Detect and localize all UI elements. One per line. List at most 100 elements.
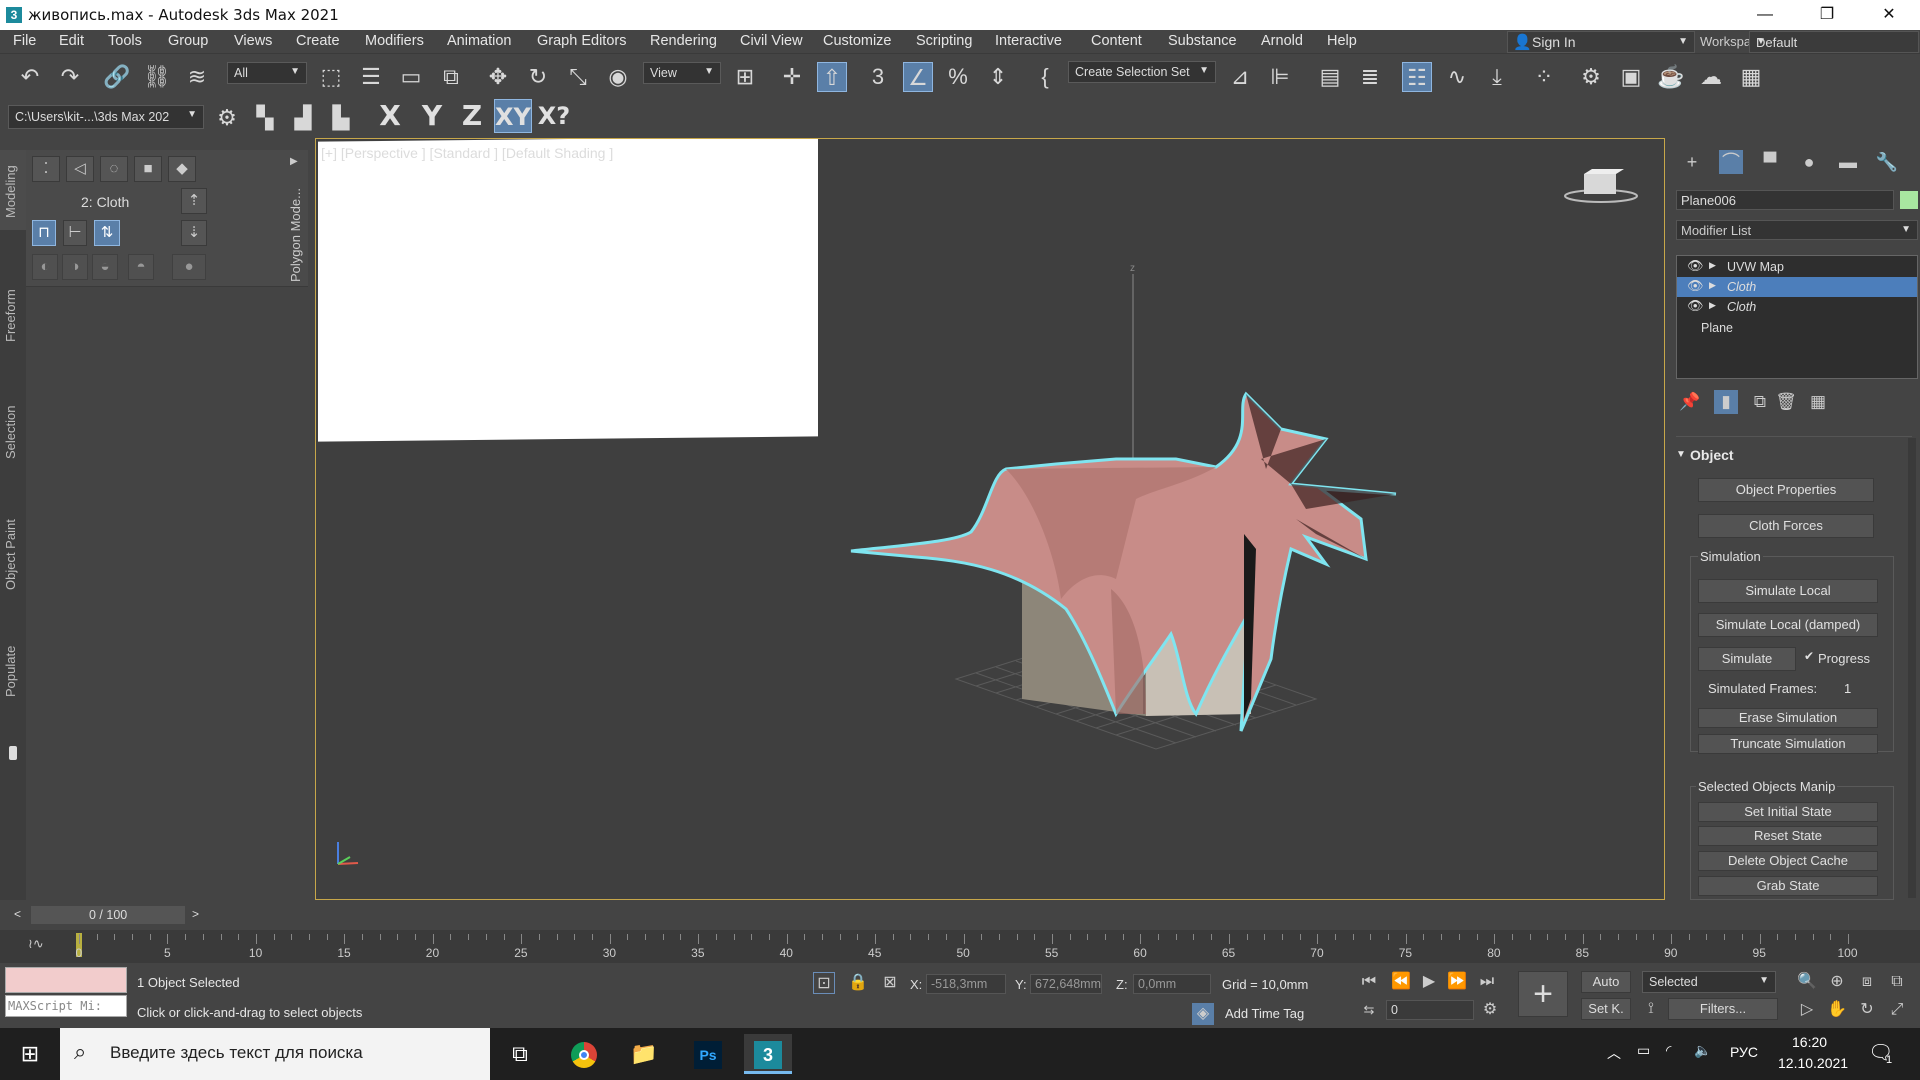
axis-z-button[interactable]: Z	[454, 99, 490, 133]
spinner-snap-icon[interactable]: ⇕	[983, 62, 1013, 92]
menu-graph-editors[interactable]: Graph Editors	[537, 33, 626, 49]
menu-help[interactable]: Help	[1327, 33, 1357, 49]
reset-state-button[interactable]: Reset State	[1698, 826, 1878, 846]
stack-item-cloth-selected[interactable]: 👁 ▶ Cloth	[1677, 277, 1917, 297]
menu-substance[interactable]: Substance	[1168, 33, 1237, 49]
simulate-local-damped-button[interactable]: Simulate Local (damped)	[1698, 613, 1878, 637]
menu-civil-view[interactable]: Civil View	[740, 33, 803, 49]
progress-checkbox[interactable]: ✔	[1804, 649, 1814, 663]
motion-tab-icon[interactable]: ●	[1797, 150, 1821, 174]
align-icon[interactable]: ⊫	[1265, 62, 1295, 92]
chrome-icon[interactable]	[560, 1034, 608, 1074]
perspective-viewport[interactable]: [+] [Perspective ] [Standard ] [Default …	[315, 138, 1665, 900]
maximize-viewport-icon[interactable]: ⤢	[1886, 999, 1908, 1021]
orbit-icon[interactable]: ↻	[1856, 999, 1878, 1021]
utilities-tab-icon[interactable]: 🔧	[1875, 150, 1899, 174]
time-slider-thumb[interactable]: 0 / 100	[30, 905, 186, 925]
truncate-simulation-button[interactable]: Truncate Simulation	[1698, 734, 1878, 754]
project-settings-icon[interactable]: ⚙	[212, 103, 242, 133]
selection-filter-dropdown[interactable]: All ▼	[227, 62, 307, 84]
axis-xy-button[interactable]: XY	[494, 99, 532, 133]
schematic-view-icon[interactable]: ⤓	[1482, 62, 1512, 92]
scale-icon[interactable]: ⤡	[563, 62, 593, 92]
menu-modifiers[interactable]: Modifiers	[365, 33, 424, 49]
stack-down-icon[interactable]: ⇣	[181, 220, 207, 246]
go-to-start-icon[interactable]: ⏮	[1358, 971, 1380, 993]
redo-icon[interactable]: ↷	[55, 62, 85, 92]
make-unique-icon[interactable]: ⇅	[94, 220, 120, 246]
go-to-end-icon[interactable]: ⏭	[1476, 971, 1498, 993]
menu-views[interactable]: Views	[234, 33, 272, 49]
field-of-view-icon[interactable]: ▷	[1796, 999, 1818, 1021]
cloth-object[interactable]	[850, 391, 1397, 732]
close-button[interactable]: ✕	[1866, 0, 1912, 30]
angle-snap-icon[interactable]: ∠	[903, 62, 933, 92]
eye-icon[interactable]: 👁	[1687, 298, 1704, 314]
simulate-button[interactable]: Simulate	[1698, 647, 1796, 671]
edit-named-selection-icon[interactable]: {	[1030, 62, 1060, 92]
menu-tools[interactable]: Tools	[108, 33, 142, 49]
vertex-mode-icon[interactable]: ⁚	[32, 156, 60, 182]
select-manipulate-icon[interactable]: ✛	[777, 62, 807, 92]
remove-modifier-icon[interactable]: 🗑	[1774, 390, 1798, 414]
undo-icon[interactable]: ↶	[15, 62, 45, 92]
menu-rendering[interactable]: Rendering	[650, 33, 717, 49]
render-setup-icon[interactable]: ⚙	[1576, 62, 1606, 92]
play-icon[interactable]: ▶	[1418, 971, 1440, 993]
pivot-center-icon[interactable]: ⊞	[730, 62, 760, 92]
viewcube-icon[interactable]	[1564, 169, 1638, 203]
named-selection-dropdown[interactable]: Create Selection Set ▼	[1068, 61, 1216, 83]
volume-icon[interactable]: 🔈	[1694, 1042, 1711, 1059]
stack-item-uvw-map[interactable]: 👁 ▶ UVW Map	[1677, 257, 1917, 277]
expand-arrow-icon[interactable]: ▶	[1709, 300, 1716, 311]
3dsmax-taskbar-icon[interactable]: 3	[744, 1034, 792, 1074]
link-icon[interactable]: 🔗	[102, 62, 132, 92]
default-in-out-tangents-icon[interactable]: ⟟	[1640, 998, 1662, 1020]
preview-icon[interactable]: ◐	[32, 254, 58, 280]
battery-icon[interactable]: ▭	[1637, 1042, 1650, 1059]
border-mode-icon[interactable]: ◌	[100, 156, 128, 182]
cloth-forces-button[interactable]: Cloth Forces	[1698, 514, 1874, 538]
window-crossing-icon[interactable]: ⧉	[436, 62, 466, 92]
object-rollout-header[interactable]: ▼ Object	[1676, 444, 1918, 466]
scene-explorer-icon[interactable]: ▤	[1315, 62, 1345, 92]
zoom-extents-icon[interactable]: ⧈	[1856, 971, 1878, 993]
erase-simulation-button[interactable]: Erase Simulation	[1698, 708, 1878, 728]
stack-up-icon[interactable]: ⇡	[181, 188, 207, 214]
make-unique-icon[interactable]: ⧉	[1748, 390, 1772, 414]
stack-item-plane[interactable]: Plane	[1677, 318, 1917, 338]
modifier-list-dropdown[interactable]: Modifier List ▼	[1676, 220, 1918, 240]
auto-key-button[interactable]: Auto	[1581, 971, 1631, 993]
zoom-extents-all-icon[interactable]: ⧉	[1886, 971, 1908, 993]
workspaces-select[interactable]: Default ▼	[1749, 31, 1919, 53]
selection-lock-icon[interactable]: 🔒	[847, 972, 869, 994]
use-soft-selection-icon[interactable]: ●	[172, 254, 206, 280]
x-coord-field[interactable]: -518,3mm	[926, 974, 1006, 994]
select-by-name-icon[interactable]: ☰	[356, 62, 386, 92]
curve-editor-icon[interactable]: ∿	[1442, 62, 1472, 92]
preview-sub-icon[interactable]: ◑	[62, 254, 88, 280]
zoom-all-icon[interactable]: ⊕	[1826, 971, 1848, 993]
maxscript-listener-output[interactable]	[5, 967, 127, 993]
axis-y-button[interactable]: Y	[414, 99, 450, 133]
simulate-local-button[interactable]: Simulate Local	[1698, 579, 1878, 603]
hierarchy-tab-icon[interactable]: ▀	[1758, 150, 1782, 174]
input-language[interactable]: РУС	[1730, 1044, 1758, 1060]
mirror-icon[interactable]: ⊿	[1225, 62, 1255, 92]
project-save-icon[interactable]: ▟	[288, 103, 318, 133]
taskbar-time[interactable]: 16:20	[1792, 1034, 1827, 1050]
snaps-toggle-icon[interactable]: 3	[863, 62, 893, 92]
key-mode-toggle-icon[interactable]: ⇆	[1358, 999, 1380, 1021]
move-icon[interactable]: ✥	[483, 62, 513, 92]
rendered-frame-window-icon[interactable]: ▣	[1616, 62, 1646, 92]
menu-group[interactable]: Group	[168, 33, 208, 49]
stack-item-cloth[interactable]: 👁 ▶ Cloth	[1677, 297, 1917, 317]
configure-modifier-sets-icon[interactable]: ▦	[1806, 390, 1830, 414]
z-coord-field[interactable]: 0,0mm	[1133, 974, 1211, 994]
axis-constraint-toggle[interactable]: X?	[536, 99, 572, 133]
viewport-label[interactable]: [+] [Perspective ] [Standard ] [Default …	[321, 145, 613, 161]
menu-interactive[interactable]: Interactive	[995, 33, 1062, 49]
time-slider-prev[interactable]: <	[14, 907, 21, 921]
isolate-selection-icon[interactable]: ⊡	[813, 972, 835, 994]
project-open-icon[interactable]: ▚	[250, 103, 280, 133]
